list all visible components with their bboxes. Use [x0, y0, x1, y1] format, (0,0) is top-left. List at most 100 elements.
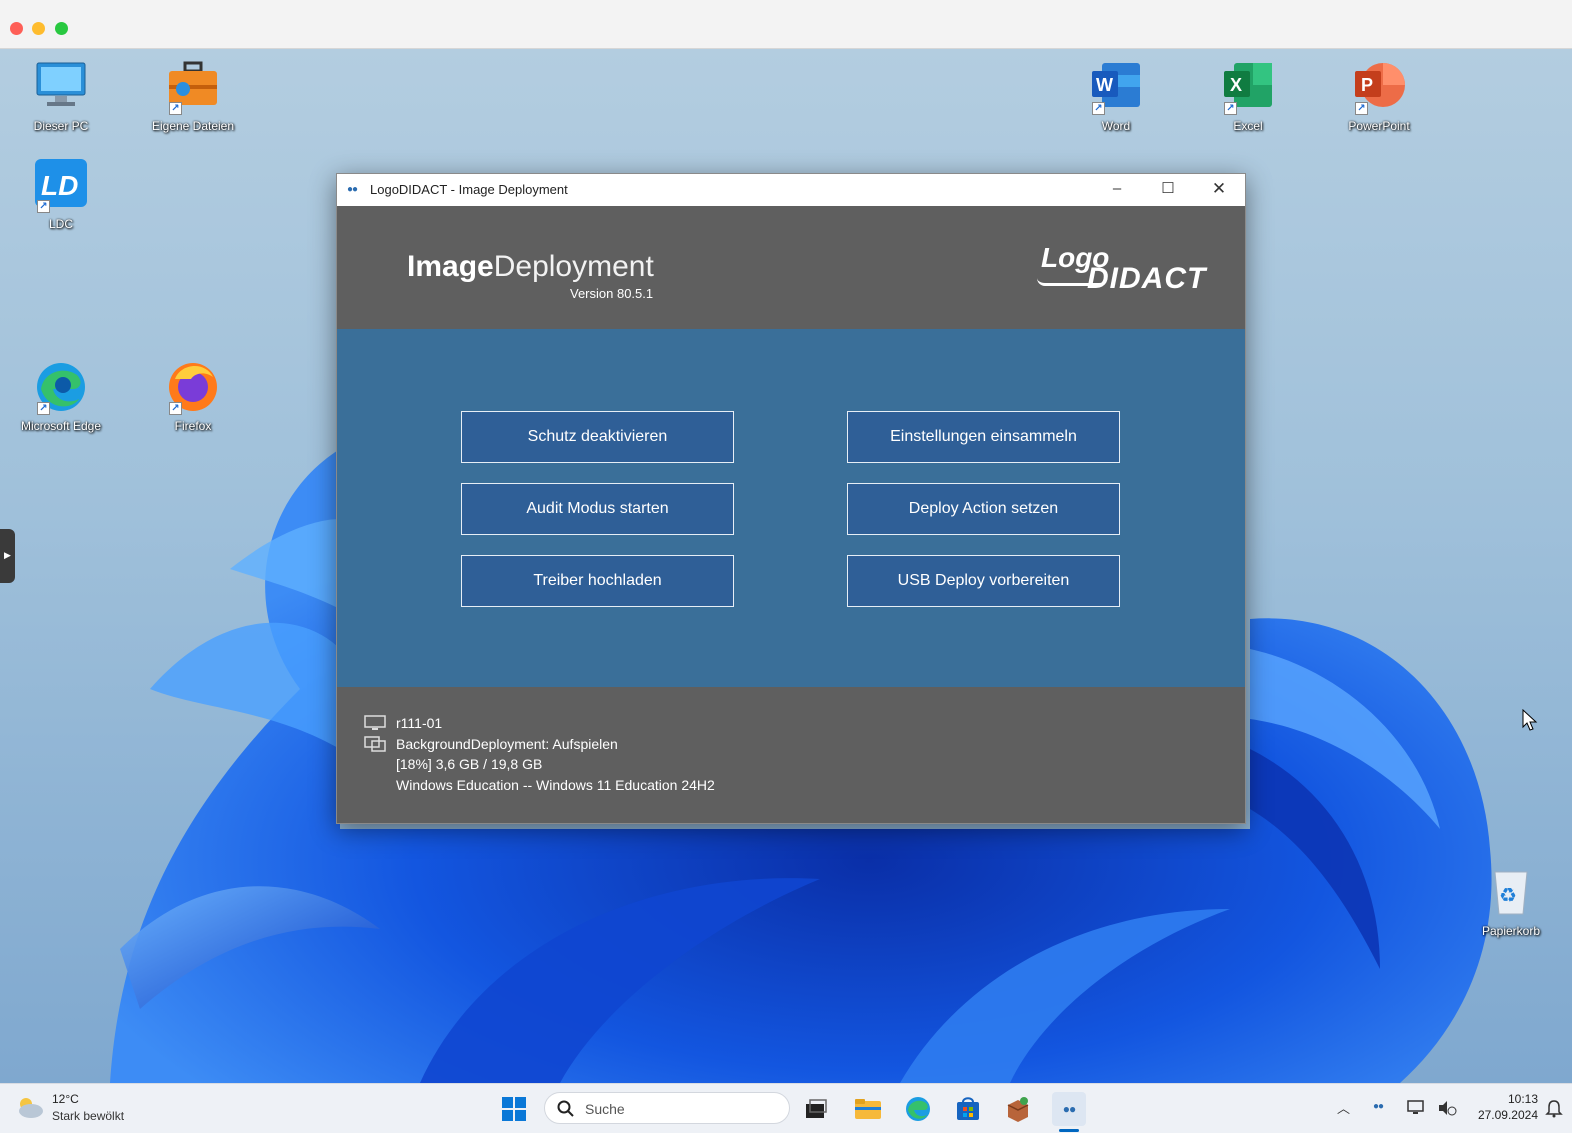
svg-text:W: W — [1096, 75, 1113, 95]
desktop-icon-label: Microsoft Edge — [20, 419, 102, 433]
desktop-icon-label: Eigene Dateien — [151, 119, 235, 133]
ldc-icon: LD ↗ — [33, 157, 89, 213]
desktop-icon-eigene-dateien[interactable]: ↗ Eigene Dateien — [138, 59, 248, 133]
shortcut-arrow-icon: ↗ — [169, 102, 182, 115]
windows-logo-icon — [502, 1097, 526, 1121]
mouse-cursor-icon — [1522, 709, 1538, 731]
deploy-action-setzen-button[interactable]: Deploy Action setzen — [847, 483, 1120, 535]
taskbar-image-deployment[interactable]: ●● — [1052, 1092, 1086, 1126]
status-panel: r111-01 BackgroundDeployment: Aufspielen… — [337, 687, 1245, 823]
taskbar-search[interactable]: Suche — [544, 1092, 790, 1124]
app-eyes-icon: ●● — [347, 184, 358, 195]
edge-icon — [906, 1097, 930, 1121]
brand-light: Deployment — [493, 250, 654, 283]
svg-text:X: X — [1230, 75, 1242, 95]
hostname-text: r111-01 — [396, 715, 443, 731]
clock-date: 27.09.2024 — [1477, 1108, 1538, 1122]
maximize-button[interactable]: ☐ — [1143, 174, 1193, 206]
window-titlebar[interactable]: ●● LogoDIDACT - Image Deployment – ☐ ✕ — [337, 174, 1245, 206]
taskbar: 12°C Stark bewölkt Suche ●● ︿ ●● 10:13 2… — [0, 1083, 1572, 1133]
folder-icon — [855, 1099, 881, 1119]
taskbar-edge[interactable] — [901, 1092, 935, 1126]
weather-cloud-icon[interactable] — [14, 1094, 44, 1120]
taskbar-app-package[interactable] — [1001, 1092, 1035, 1126]
briefcase-icon: ↗ — [165, 59, 221, 115]
desktop-icon-label: Dieser PC — [33, 119, 89, 133]
logodidact-logo: Logo DIDACT — [1037, 242, 1217, 298]
tray-app-eyes-icon[interactable]: ●● — [1373, 1101, 1384, 1112]
desktop-icon-label: Word — [1101, 119, 1131, 133]
image-name-text: Windows Education -- Windows 11 Educatio… — [396, 777, 715, 793]
desktop-icon-label: PowerPoint — [1348, 119, 1410, 133]
network-monitor-icon[interactable] — [1407, 1099, 1427, 1117]
desktop-icon-firefox[interactable]: ↗ Firefox — [138, 359, 248, 433]
notification-bell-icon[interactable] — [1545, 1099, 1563, 1119]
host-close-button[interactable] — [10, 22, 23, 35]
desktop-icon-label: Firefox — [174, 419, 212, 433]
image-deployment-window: ●● LogoDIDACT - Image Deployment – ☐ ✕ I… — [336, 173, 1246, 824]
desktop-icon-label: LDC — [48, 217, 73, 231]
start-button[interactable] — [497, 1092, 531, 1126]
action-panel: Schutz deaktivieren Einstellungen einsam… — [337, 329, 1245, 687]
side-panel-toggle[interactable]: ▶ — [0, 529, 15, 583]
deployment-status-text: BackgroundDeployment: Aufspielen — [396, 736, 618, 752]
shortcut-arrow-icon: ↗ — [1092, 102, 1105, 115]
window-title: LogoDIDACT - Image Deployment — [370, 182, 568, 197]
edge-icon: ↗ — [33, 359, 89, 415]
close-button[interactable]: ✕ — [1194, 174, 1244, 206]
host-window-bar — [0, 0, 1572, 49]
desktop-icon-dieser-pc[interactable]: Dieser PC — [6, 59, 116, 133]
desktop-icon-ldc[interactable]: LD ↗ LDC — [6, 157, 116, 231]
desktop: Dieser PC ↗ Eigene Dateien LD ↗ LDC ↗ Mi… — [0, 49, 1572, 1083]
recycle-bin-icon: ♻ — [1483, 864, 1539, 920]
clock-time: 10:13 — [1507, 1092, 1538, 1106]
desktop-icon-word[interactable]: W ↗ Word — [1061, 59, 1171, 133]
weather-temp[interactable]: 12°C — [52, 1092, 79, 1106]
desktop-icon-label: Papierkorb — [1481, 924, 1541, 938]
svg-text:P: P — [1361, 75, 1373, 95]
search-icon — [557, 1100, 574, 1117]
deployment-icon — [364, 736, 386, 752]
app-eyes-icon: ●● — [1062, 1102, 1076, 1116]
desktop-icon-excel[interactable]: X ↗ Excel — [1193, 59, 1303, 133]
host-zoom-button[interactable] — [55, 22, 68, 35]
excel-icon: X ↗ — [1220, 59, 1276, 115]
weather-condition[interactable]: Stark bewölkt — [52, 1109, 124, 1123]
desktop-icon-papierkorb[interactable]: ♻ Papierkorb — [1456, 864, 1566, 938]
desktop-icon-powerpoint[interactable]: P ↗ PowerPoint — [1324, 59, 1434, 133]
minimize-button[interactable]: – — [1092, 174, 1142, 206]
usb-deploy-vorbereiten-button[interactable]: USB Deploy vorbereiten — [847, 555, 1120, 607]
computer-icon — [33, 59, 89, 115]
treiber-hochladen-button[interactable]: Treiber hochladen — [461, 555, 734, 607]
brand-bold: Image — [407, 250, 494, 283]
word-icon: W ↗ — [1088, 59, 1144, 115]
schutz-deaktivieren-button[interactable]: Schutz deaktivieren — [461, 411, 734, 463]
svg-text:♻: ♻ — [1499, 883, 1517, 907]
einstellungen-einsammeln-button[interactable]: Einstellungen einsammeln — [847, 411, 1120, 463]
shortcut-arrow-icon: ↗ — [1224, 102, 1237, 115]
taskbar-clock[interactable]: 10:13 27.09.2024 — [1472, 1091, 1538, 1123]
audit-modus-starten-button[interactable]: Audit Modus starten — [461, 483, 734, 535]
desktop-icon-edge[interactable]: ↗ Microsoft Edge — [6, 359, 116, 433]
monitor-icon — [364, 715, 386, 730]
logo-bottom-text: DIDACT — [1087, 262, 1207, 295]
svg-text:LD: LD — [41, 170, 78, 201]
task-view-button[interactable] — [799, 1092, 833, 1126]
host-minimize-button[interactable] — [32, 22, 45, 35]
shortcut-arrow-icon: ↗ — [37, 402, 50, 415]
tray-overflow-chevron-icon[interactable]: ︿ — [1337, 1098, 1350, 1117]
app-header: ImageDeployment Version 80.5.1 Logo DIDA… — [337, 206, 1245, 329]
app-brand-title: ImageDeployment — [407, 250, 654, 284]
powerpoint-icon: P ↗ — [1351, 59, 1407, 115]
taskbar-file-explorer[interactable] — [851, 1092, 885, 1126]
active-app-indicator — [1059, 1129, 1079, 1132]
task-view-icon — [806, 1099, 827, 1118]
deployment-progress-text: [18%] 3,6 GB / 19,8 GB — [396, 756, 543, 772]
desktop-icon-label: Excel — [1233, 119, 1263, 133]
store-icon — [957, 1097, 979, 1120]
search-placeholder: Suche — [585, 1101, 625, 1117]
version-label: Version 80.5.1 — [570, 286, 654, 301]
taskbar-store[interactable] — [951, 1092, 985, 1126]
shortcut-arrow-icon: ↗ — [37, 200, 50, 213]
volume-muted-icon[interactable] — [1437, 1099, 1457, 1117]
